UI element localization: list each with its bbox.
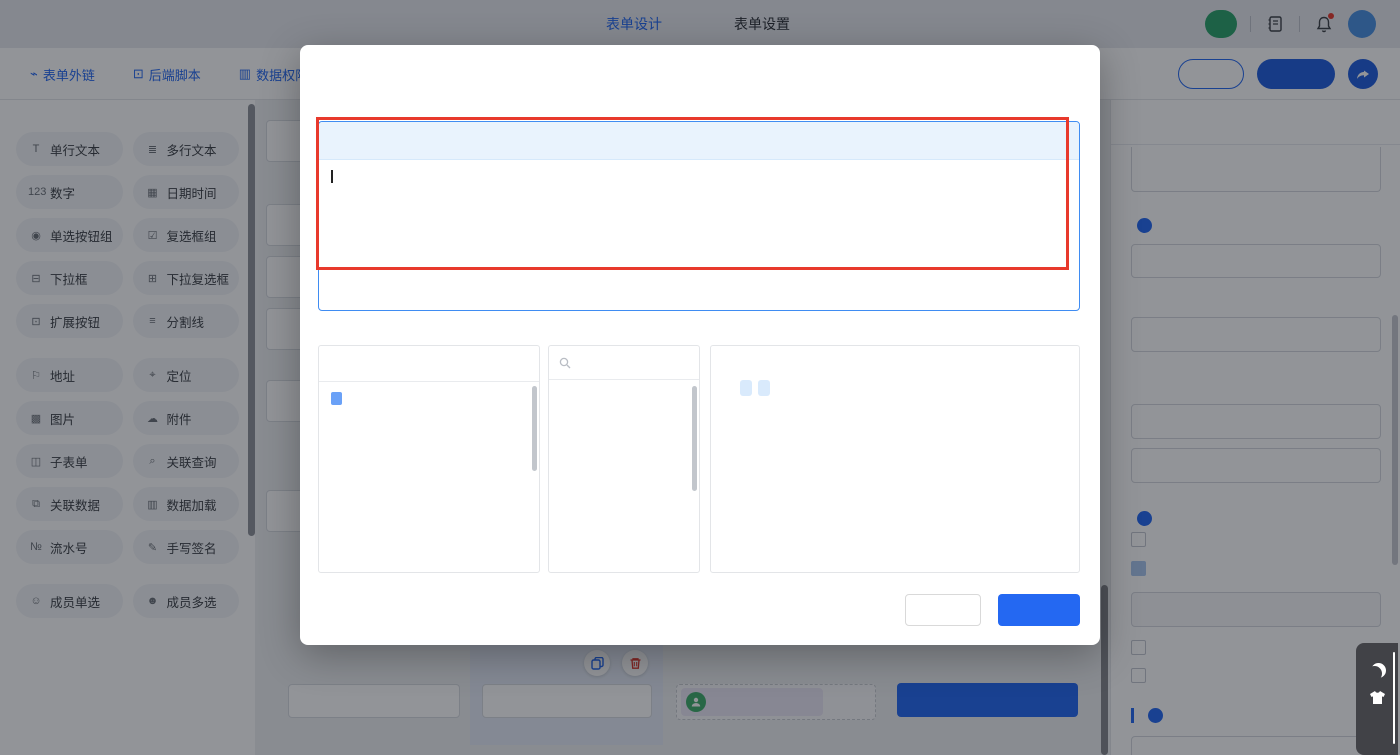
form-root-node[interactable] [319, 385, 539, 412]
functions-scrollbar[interactable] [692, 386, 697, 491]
tip-line-2 [729, 378, 1061, 398]
widget-scrollbar [1393, 652, 1395, 744]
function-group-common[interactable] [559, 385, 699, 409]
search-icon [559, 357, 571, 368]
theme-shirt-icon[interactable] [1369, 690, 1386, 705]
example-field-chip [740, 380, 752, 396]
function-search-input[interactable] [549, 346, 699, 380]
app-window: 表单设计 表单设置 ⌁ 表单外链 ⊡ 后端脚本 ▥ 数据权限 T 单行文本 ≣ … [0, 0, 1400, 755]
cancel-button[interactable] [905, 594, 981, 626]
formula-target [319, 122, 1079, 160]
form-icon [331, 392, 342, 405]
function-tree [549, 380, 699, 409]
example-field-chip [758, 380, 770, 396]
variables-scrollbar[interactable] [532, 386, 537, 471]
formula-edit-modal [300, 45, 1100, 645]
confirm-button[interactable] [998, 594, 1080, 626]
dark-mode-moon-icon[interactable] [1367, 666, 1382, 681]
text-cursor [331, 170, 333, 183]
functions-panel [548, 345, 700, 573]
formula-editor[interactable] [318, 121, 1080, 311]
tips-panel [710, 345, 1080, 573]
variables-panel [318, 345, 540, 573]
variables-tabs [319, 346, 539, 382]
floating-tool-widget[interactable] [1356, 643, 1398, 755]
formula-body[interactable] [319, 160, 1079, 196]
